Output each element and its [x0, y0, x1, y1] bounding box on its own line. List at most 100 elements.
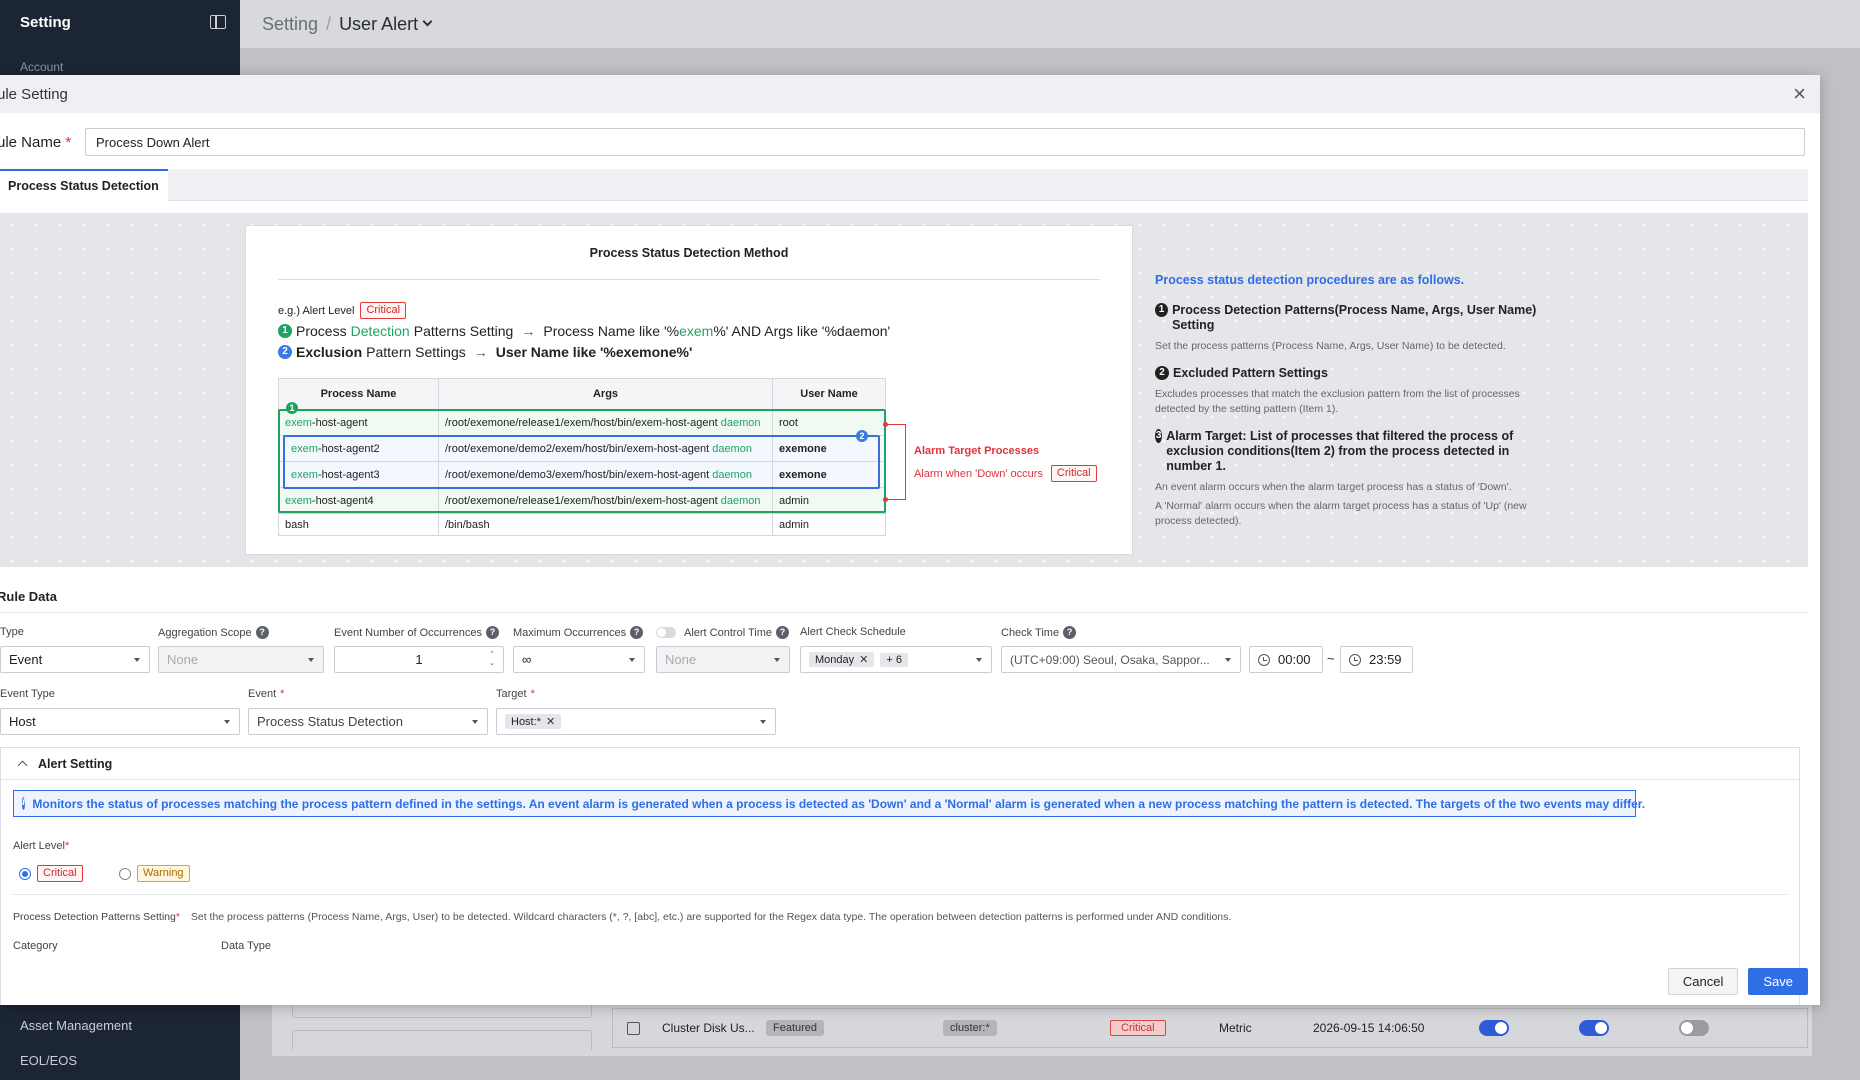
- procedures-panel: Process status detection procedures are …: [1155, 273, 1555, 529]
- clock-icon: [1349, 653, 1361, 666]
- collapse-panel-icon[interactable]: [210, 15, 226, 29]
- event-label: Event *: [248, 688, 285, 700]
- procedure-item: 1 Process Detection Patterns(Process Name…: [1155, 303, 1537, 352]
- schedule-more-chip: + 6: [880, 652, 908, 667]
- timezone-select[interactable]: (UTC+09:00) Seoul, Osaka, Sappor...: [1001, 646, 1241, 673]
- event-select[interactable]: Process Status Detection: [248, 708, 488, 735]
- illustration-area: Process Status Detection Method e.g.) Al…: [0, 213, 1808, 567]
- event-type-label: Event Type: [0, 688, 55, 700]
- radio-warning[interactable]: Warning: [119, 865, 190, 882]
- caret-down-icon: [1225, 658, 1231, 662]
- time-range-separator: ~: [1327, 651, 1335, 666]
- caret-down-icon: [774, 658, 780, 662]
- caret-down-icon: [629, 658, 635, 662]
- max-occurrences-select[interactable]: ∞: [513, 646, 645, 673]
- caret-down-icon: [134, 658, 140, 662]
- table-row[interactable]: Cluster Disk Us... Featured cluster:* Cr…: [612, 1008, 1808, 1048]
- alert-level-label: Alert Level*: [13, 840, 70, 852]
- example-alert-level: e.g.) Alert Level Critical: [278, 302, 407, 319]
- event-occurrences-stepper[interactable]: 1 ⌃ ⌄: [334, 646, 504, 673]
- marker-2: 2: [856, 430, 868, 442]
- procedure-item: 2 Excluded Pattern Settings Excludes proc…: [1155, 366, 1520, 415]
- bracket-dot: [883, 497, 888, 502]
- remove-icon[interactable]: ✕: [546, 715, 555, 728]
- event-type-select[interactable]: Host: [0, 708, 240, 735]
- procedure-item: 3 Alarm Target: List of processes that fi…: [1155, 429, 1527, 527]
- column-header-args: Args: [438, 378, 773, 410]
- procedures-title: Process status detection procedures are …: [1155, 273, 1465, 287]
- caret-down-icon: [224, 720, 230, 724]
- aggregation-scope-label: Aggregation Scope?: [158, 626, 269, 639]
- tab-process-status-detection[interactable]: Process Status Detection: [0, 169, 168, 201]
- breadcrumb-user-alert[interactable]: User Alert: [339, 14, 418, 35]
- alert-check-schedule-select[interactable]: Monday ✕ + 6: [800, 646, 992, 673]
- detection-patterns-label: Process Detection Patterns Setting* Set …: [13, 911, 1232, 923]
- radio-button[interactable]: [19, 867, 31, 880]
- alert-setting-header[interactable]: Alert Setting: [1, 748, 1799, 780]
- divider: [0, 612, 1808, 613]
- info-icon: i: [22, 797, 26, 810]
- category-label: Category: [13, 940, 58, 952]
- rule-name-input[interactable]: [85, 128, 1805, 156]
- column-header-user-name: User Name: [772, 378, 886, 410]
- time-to-input[interactable]: 23:59: [1340, 646, 1413, 673]
- featured-badge: Featured: [766, 1020, 825, 1036]
- toggle-switch[interactable]: [1679, 1020, 1709, 1036]
- row-checkbox[interactable]: [627, 1021, 640, 1035]
- stepper-arrows-icon[interactable]: ⌃ ⌄: [489, 650, 495, 668]
- remove-icon[interactable]: ✕: [859, 653, 868, 666]
- modal-title: ule Setting: [0, 85, 68, 103]
- process-example-table: Process Name Args User Name exem-host-ag…: [278, 378, 886, 536]
- help-icon[interactable]: ?: [776, 626, 790, 639]
- divider: [278, 279, 1100, 280]
- sidebar-item-asset-management[interactable]: Asset Management: [20, 1018, 132, 1033]
- radio-critical[interactable]: Critical: [19, 865, 83, 882]
- sidebar-section-account[interactable]: Account: [0, 44, 240, 74]
- arrow-right-icon: →: [521, 323, 536, 339]
- max-occurrences-label: Maximum Occurrences?: [513, 626, 644, 639]
- help-icon[interactable]: ?: [1063, 626, 1077, 639]
- info-banner: i Monitors the status of processes match…: [13, 790, 1645, 817]
- close-icon[interactable]: ×: [1793, 83, 1806, 105]
- table-row: bash /bin/bash admin: [278, 513, 886, 536]
- sidebar-header: Setting: [0, 0, 240, 44]
- chevron-down-icon[interactable]: [422, 16, 433, 26]
- alert-setting-title: Alert Setting: [38, 756, 113, 771]
- help-icon[interactable]: ?: [485, 626, 499, 639]
- toggle-switch[interactable]: [1479, 1020, 1509, 1036]
- check-time-label: Check Time?: [1001, 626, 1077, 639]
- caret-down-icon: [308, 658, 314, 662]
- tab-bar: Process Status Detection: [0, 169, 1808, 201]
- card-title: Process Status Detection Method: [589, 246, 789, 260]
- cancel-button[interactable]: Cancel: [1667, 968, 1739, 995]
- rule-name-label: ule Name *: [0, 133, 72, 151]
- marker-1: 1: [286, 402, 298, 414]
- toggle-switch[interactable]: [1579, 1020, 1609, 1036]
- sidebar-item-eol[interactable]: EOL/EOS: [20, 1053, 77, 1068]
- table-row: exem-host-agent4 /root/exemone/release1/…: [278, 487, 886, 514]
- schedule-chip-monday: Monday ✕: [809, 652, 875, 667]
- breadcrumb: Setting / User Alert: [240, 0, 1860, 48]
- help-icon[interactable]: ?: [255, 626, 269, 639]
- modal-header: ule Setting ×: [0, 75, 1820, 113]
- table-row: exem-host-agent3 /root/exemone/demo3/exe…: [278, 461, 886, 488]
- help-icon[interactable]: ?: [630, 626, 644, 639]
- event-occurrences-label: Event Number of Occurrences?: [334, 626, 499, 639]
- target-select[interactable]: Host:* ✕: [496, 708, 776, 735]
- alarm-target-bracket: [886, 424, 906, 500]
- chevron-up-icon[interactable]: [17, 760, 28, 771]
- type-select[interactable]: Event: [0, 646, 150, 673]
- radio-button[interactable]: [119, 867, 131, 880]
- detection-method-card: Process Status Detection Method e.g.) Al…: [245, 225, 1133, 555]
- aggregation-scope-select[interactable]: None: [158, 646, 324, 673]
- step-number-1: 1: [278, 324, 292, 338]
- target-chip-host: Host:* ✕: [505, 714, 562, 729]
- alert-control-time-select[interactable]: None: [656, 646, 790, 673]
- breadcrumb-separator: /: [326, 13, 332, 34]
- alert-control-toggle[interactable]: [656, 627, 676, 638]
- save-button[interactable]: Save: [1748, 968, 1808, 995]
- alarm-when-label: Alarm when 'Down' occurs Critical: [914, 465, 1097, 482]
- column-header-process-name: Process Name: [278, 378, 439, 410]
- breadcrumb-setting[interactable]: Setting: [262, 14, 318, 35]
- time-from-input[interactable]: 00:00: [1249, 646, 1323, 673]
